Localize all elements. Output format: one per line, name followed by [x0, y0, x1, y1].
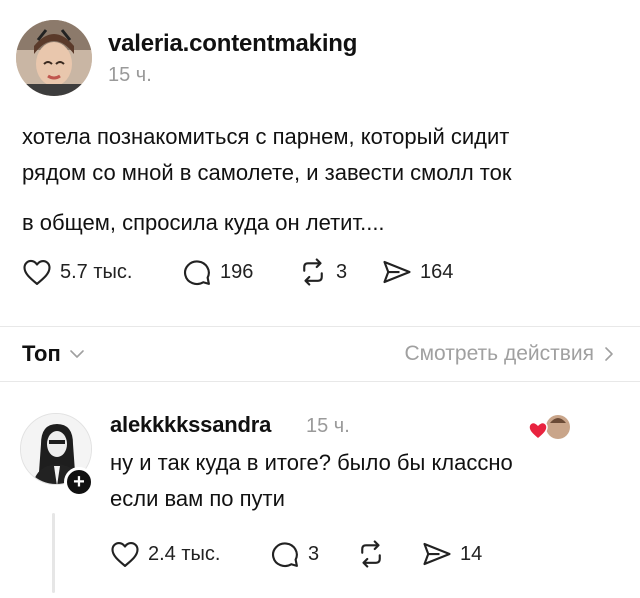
heart-icon	[111, 541, 139, 567]
post-text-line: хотела познакомиться с парнем, который с…	[22, 124, 510, 149]
like-button[interactable]: 5.7 тыс.	[22, 258, 182, 286]
post-text-line: рядом со мной в самолете, и завести смол…	[22, 160, 512, 185]
view-activity-link[interactable]: Смотреть действия	[404, 342, 614, 366]
share-icon	[423, 542, 451, 566]
share-button[interactable]: 14	[422, 540, 482, 568]
repost-button[interactable]: 3	[298, 258, 382, 286]
reply-timestamp: 15 ч.	[306, 415, 350, 437]
repost-icon	[361, 540, 381, 568]
reply-actions: 2.4 тыс. 3 14	[110, 540, 482, 568]
reply: + alekkkkssandra 15 ч. ну и так куда в и…	[0, 395, 640, 598]
like-count: 2.4 тыс.	[148, 542, 221, 565]
comment-count: 3	[308, 542, 320, 565]
post-text-line: в общем, спросила куда он летит....	[22, 210, 385, 235]
liked-by-author-icon	[528, 415, 570, 440]
comment-button[interactable]: 3	[270, 540, 356, 568]
comment-icon	[184, 260, 210, 285]
repost-count: 3	[336, 260, 348, 283]
avatar[interactable]	[16, 20, 92, 96]
like-count: 5.7 тыс.	[60, 260, 133, 283]
reply-username[interactable]: alekkkkssandra	[110, 412, 271, 438]
share-button[interactable]: 164	[382, 258, 453, 286]
reply-text-line: ну и так куда в итоге? было бы классно	[110, 450, 513, 475]
heart-icon	[23, 259, 51, 285]
original-post: valeria.contentmaking 15 ч. хотела позна…	[0, 0, 640, 320]
replies-header: Топ Смотреть действия	[0, 326, 640, 382]
view-activity-label: Смотреть действия	[404, 342, 594, 365]
follow-button[interactable]: +	[64, 467, 94, 497]
liked-by-author-badge	[528, 413, 574, 443]
sort-dropdown[interactable]: Топ	[22, 341, 85, 367]
comment-count: 196	[220, 260, 254, 283]
repost-button[interactable]	[356, 540, 422, 568]
comment-icon	[272, 542, 298, 567]
chevron-right-icon	[605, 347, 613, 361]
like-button[interactable]: 2.4 тыс.	[110, 540, 270, 568]
reply-text-line: если вам по пути	[110, 486, 285, 511]
share-count: 164	[420, 260, 454, 283]
share-count: 14	[460, 542, 483, 565]
share-icon	[383, 260, 411, 284]
post-timestamp: 15 ч.	[108, 64, 152, 86]
chevron-down-icon	[69, 350, 84, 358]
comment-button[interactable]: 196	[182, 258, 298, 286]
thread-line	[52, 513, 55, 593]
post-actions: 5.7 тыс. 196 3 164	[22, 258, 453, 286]
repost-icon	[303, 258, 323, 286]
post-username[interactable]: valeria.contentmaking	[108, 30, 357, 58]
plus-icon: +	[73, 471, 85, 493]
sort-label: Топ	[22, 341, 61, 366]
avatar-image	[16, 20, 92, 96]
